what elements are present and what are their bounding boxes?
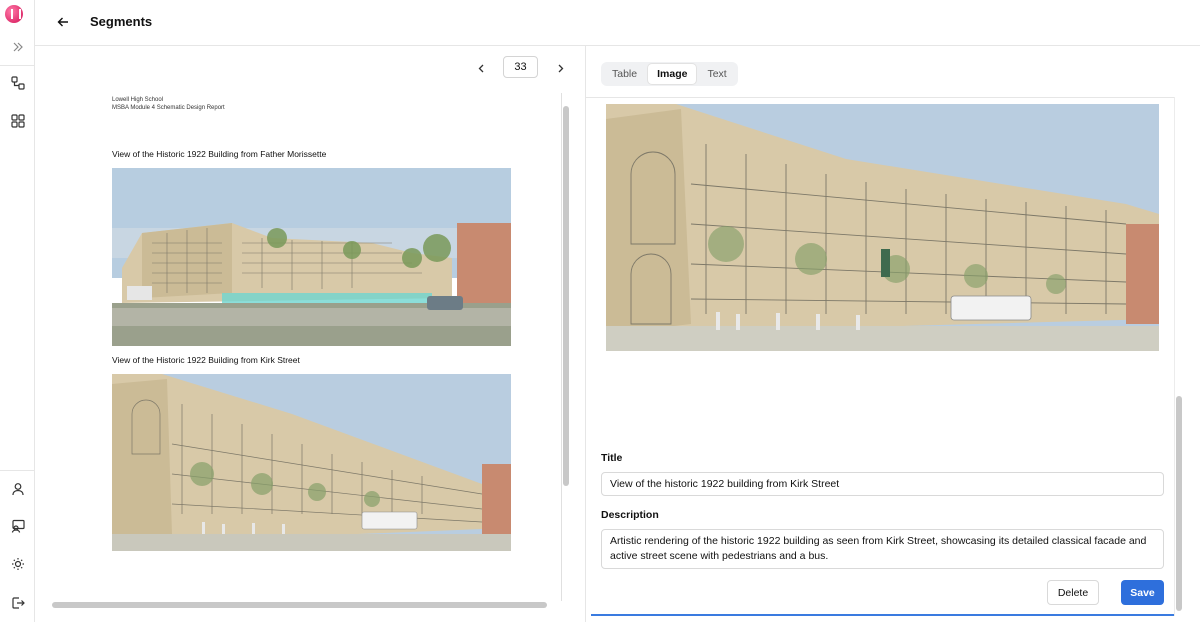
description-label: Description <box>601 509 659 521</box>
scrollbar-track <box>1174 97 1175 616</box>
document-subheader: MSBA Module 4 Schematic Design Report <box>112 105 225 111</box>
sidebar-divider <box>0 470 35 471</box>
workflow-icon[interactable] <box>0 68 35 98</box>
vertical-scrollbar[interactable] <box>563 106 569 486</box>
page-header: Segments <box>35 0 1200 46</box>
divider <box>586 97 1174 98</box>
tab-image[interactable]: Image <box>648 64 697 84</box>
building-image-2[interactable] <box>112 374 511 551</box>
segment-type-tabs: Table Image Text <box>601 62 738 86</box>
chevrons-right-icon[interactable] <box>0 32 35 62</box>
back-arrow-icon[interactable] <box>53 12 73 32</box>
page-title: Segments <box>90 14 153 29</box>
document-header: Lowell High School <box>112 97 164 103</box>
segment-image-preview <box>606 104 1159 351</box>
title-label: Title <box>601 452 623 464</box>
tab-table[interactable]: Table <box>603 64 646 84</box>
app-logo-icon[interactable] <box>5 5 23 23</box>
delete-button[interactable]: Delete <box>1047 580 1099 605</box>
segment-editor: Table Image Text Title View of the histo… <box>585 46 1200 622</box>
document-page: Lowell High School MSBA Module 4 Schemat… <box>52 93 562 601</box>
logout-icon[interactable] <box>0 588 35 618</box>
chevron-right-icon[interactable] <box>552 60 568 76</box>
chevron-left-icon[interactable] <box>473 60 489 76</box>
grid-icon[interactable] <box>0 106 35 136</box>
presentation-icon[interactable] <box>0 511 35 541</box>
document-caption: View of the Historic 1922 Building from … <box>112 149 327 159</box>
horizontal-scrollbar[interactable] <box>52 602 547 608</box>
user-icon[interactable] <box>0 474 35 504</box>
description-field[interactable]: Artistic rendering of the historic 1922 … <box>601 529 1164 569</box>
sun-icon[interactable] <box>0 549 35 579</box>
title-field[interactable] <box>601 472 1164 496</box>
vertical-scrollbar[interactable] <box>1176 396 1182 611</box>
save-button[interactable]: Save <box>1121 580 1164 605</box>
progress-bar <box>591 614 1174 616</box>
document-viewer: Lowell High School MSBA Module 4 Schemat… <box>35 46 584 622</box>
sidebar <box>0 0 35 622</box>
tab-text[interactable]: Text <box>698 64 735 84</box>
document-caption: View of the Historic 1922 Building from … <box>112 355 300 365</box>
sidebar-divider <box>0 65 35 66</box>
building-image-1[interactable] <box>112 168 511 346</box>
page-number-input[interactable] <box>503 56 538 78</box>
